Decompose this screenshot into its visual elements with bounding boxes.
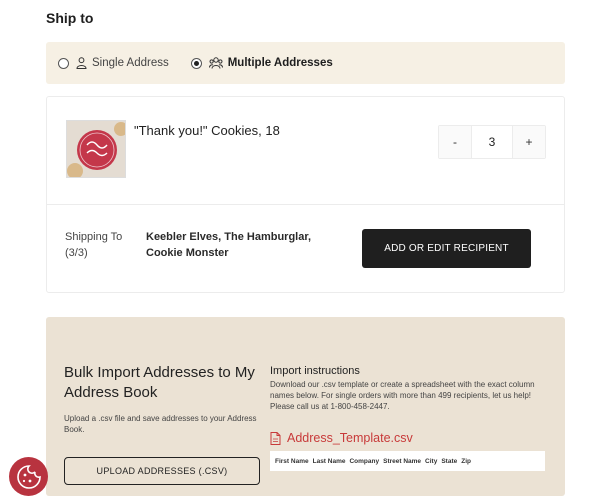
column-name: Zip — [461, 457, 471, 465]
column-name: State — [441, 457, 458, 465]
cookie-icon[interactable] — [9, 457, 48, 496]
person-icon — [76, 57, 87, 69]
column-name: Street Name — [383, 457, 422, 465]
address-template-filename: Address_Template.csv — [287, 431, 413, 445]
import-instructions-body: Download our .csv template or create a s… — [270, 380, 535, 411]
bulk-import-title: Bulk Import Addresses to My Address Book — [64, 364, 255, 401]
column-name: Last Name — [312, 457, 346, 465]
recipient-names: Keebler Elves, The Hamburglar, Cookie Mo… — [146, 231, 312, 259]
increment-button[interactable]: + — [513, 126, 545, 158]
ship-to-heading: Ship to — [46, 10, 94, 26]
add-or-edit-recipient-button[interactable]: ADD OR EDIT RECIPIENT — [362, 229, 531, 268]
shipping-to-label: Shipping To (3/3) — [65, 231, 123, 259]
column-names-list: First Name Last Name Company Street Name… — [270, 451, 545, 471]
upload-addresses-button[interactable]: UPLOAD ADDRESSES (.CSV) — [64, 457, 260, 485]
shipping-row: Shipping To (3/3) Keebler Elves, The Ham… — [47, 205, 564, 293]
product-row: "Thank you!" Cookies, 18 - 3 + — [47, 97, 564, 205]
quantity-stepper: - 3 + — [438, 125, 546, 159]
single-address-label: Single Address — [92, 57, 169, 69]
file-icon — [270, 431, 281, 445]
address-mode-toggle: Single Address Multiple Addresses — [46, 42, 565, 84]
order-card: "Thank you!" Cookies, 18 - 3 + Shipping … — [46, 96, 565, 293]
product-image — [66, 120, 126, 178]
multiple-addresses-option[interactable]: Multiple Addresses — [190, 57, 333, 69]
address-template-link[interactable]: Address_Template.csv — [270, 431, 413, 445]
bulk-import-subtitle: Upload a .csv file and save addresses to… — [64, 414, 257, 434]
column-name: City — [425, 457, 438, 465]
multiple-addresses-label: Multiple Addresses — [227, 57, 333, 69]
product-name: "Thank you!" Cookies, 18 — [134, 123, 280, 138]
decrement-button[interactable]: - — [439, 126, 471, 158]
multiple-addresses-radio[interactable] — [190, 57, 202, 69]
bulk-import-panel: Bulk Import Addresses to My Address Book… — [46, 317, 565, 496]
single-address-option[interactable]: Single Address — [58, 57, 169, 69]
column-name: Company — [349, 457, 380, 465]
single-address-radio[interactable] — [58, 57, 69, 69]
column-name: First Name — [275, 457, 309, 465]
import-instructions-title: Import instructions — [270, 365, 360, 377]
quantity-value[interactable]: 3 — [471, 126, 513, 158]
people-icon — [208, 57, 223, 69]
